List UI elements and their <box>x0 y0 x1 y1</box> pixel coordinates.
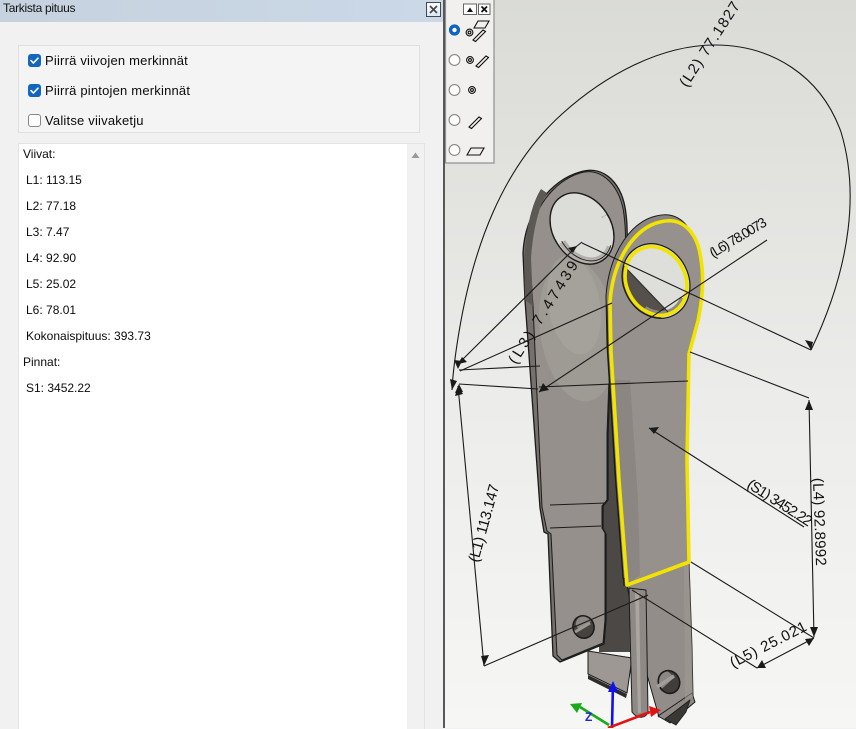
svg-text:(L4) 92.8992: (L4) 92.8992 <box>809 478 829 567</box>
svg-text:Z: Z <box>585 710 592 724</box>
